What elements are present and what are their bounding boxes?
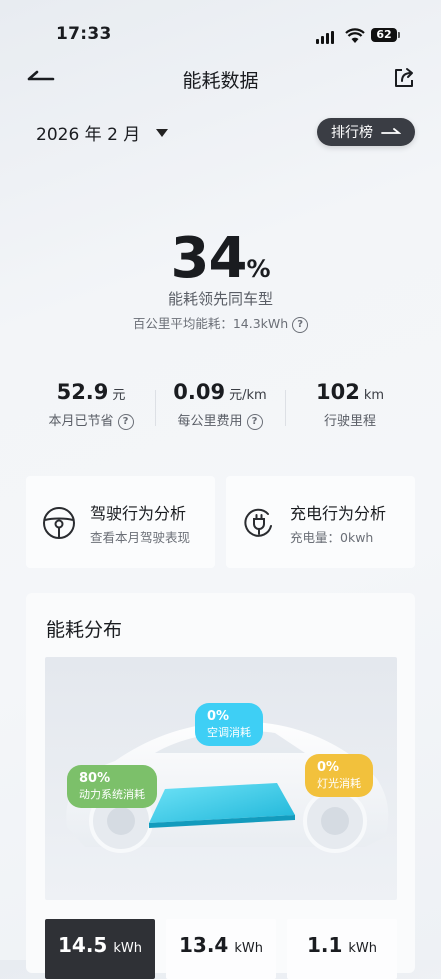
value-tab-other[interactable]: 1.1 kWh [287,919,397,979]
month-selector[interactable]: 2026 年 2 月 [36,120,169,145]
driving-analysis-title: 驾驶行为分析 [90,504,187,523]
help-icon[interactable]: ? [246,413,263,430]
charging-analysis-title: 充电行为分析 [290,504,387,523]
help-icon[interactable]: ? [292,316,309,333]
charging-analysis-subtitle: 充电量：0kwh [290,530,374,545]
stat-cost-per-km: 0.09 元/km 每公里费用? [173,380,267,430]
ranking-button[interactable]: 排行榜 [317,118,415,146]
wifi-icon [345,28,365,43]
distribution-ac-badge: 0% 空调消耗 [195,703,263,746]
help-icon[interactable]: ? [117,413,134,430]
page-title: 能耗数据 [182,70,259,92]
battery-indicator: 62 [371,28,400,42]
charging-plug-icon [244,508,272,537]
charging-analysis-card[interactable]: 充电行为分析 充电量：0kwh [226,476,415,568]
efficiency-percent: 34% [170,226,271,291]
month-label: 2026 年 2 月 [36,125,141,145]
avg-consumption: 百公里平均能耗：14.3kWh? [0,313,441,333]
arrow-right-icon [381,128,401,134]
steering-wheel-icon [43,507,75,539]
ranking-label: 排行榜 [331,125,373,141]
driving-analysis-subtitle: 查看本月驾驶表现 [90,530,191,545]
stat-mileage: 102 km 行驶里程 [315,380,385,429]
energy-distribution-title: 能耗分布 [46,619,123,641]
distribution-lights-badge: 0% 灯光消耗 [305,754,373,797]
driving-analysis-card[interactable]: 驾驶行为分析 查看本月驾驶表现 [26,476,215,568]
stat-saved: 52.9 元 本月已节省? [26,380,156,430]
cellular-signal-icon [316,31,334,44]
share-icon[interactable] [392,66,416,90]
status-time: 17:33 [56,24,112,44]
distribution-powertrain-badge: 80% 动力系统消耗 [67,765,157,808]
caret-down-icon [156,128,169,137]
value-tab-driving[interactable]: 13.4 kWh [166,919,276,979]
car-illustration-panel: 0% 空调消耗 80% 动力系统消耗 0% 灯光消耗 [45,657,397,900]
efficiency-subtitle: 能耗领先同车型 [167,290,273,308]
value-tab-total[interactable]: 14.5 kWh [45,919,155,979]
